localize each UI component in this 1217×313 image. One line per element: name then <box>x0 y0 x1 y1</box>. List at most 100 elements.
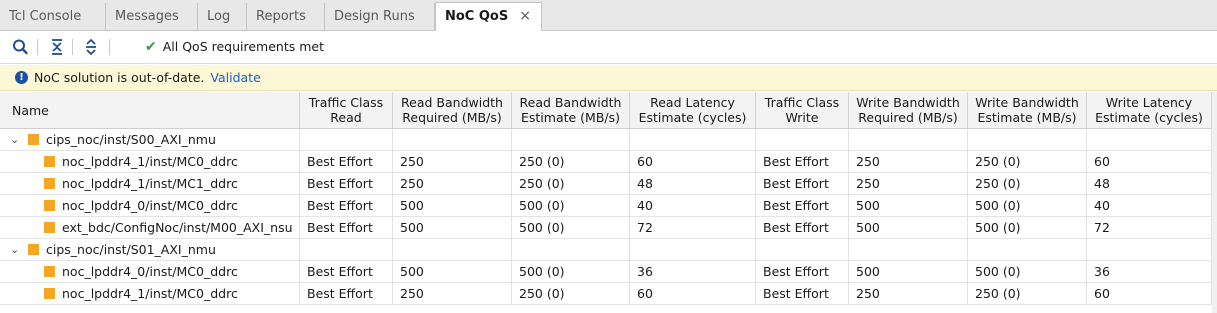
node-name: noc_lpddr4_0/inst/MC0_ddrc <box>62 198 238 213</box>
table-cell: Best Effort <box>756 151 849 173</box>
tab-tcl-console[interactable]: Tcl Console <box>0 3 106 31</box>
column-header-read-bw-required[interactable]: Read Bandwidth Required (MB/s) <box>393 92 512 129</box>
column-header-write-latency[interactable]: Write Latency Estimate (cycles) <box>1087 92 1212 129</box>
column-header-write-bw-estimate[interactable]: Write Bandwidth Estimate (MB/s) <box>968 92 1087 129</box>
header-label-line: Read <box>330 110 362 125</box>
table-row[interactable]: noc_lpddr4_0/inst/MC0_ddrc Best Effort 500… <box>0 261 1217 283</box>
node-name: cips_noc/inst/S00_AXI_nmu <box>46 132 216 147</box>
table-cell: 500 (0) <box>968 217 1087 239</box>
table-cell: 500 <box>393 261 512 283</box>
column-header-write-bw-required[interactable]: Write Bandwidth Required (MB/s) <box>849 92 968 129</box>
table-cell: 60 <box>630 283 756 305</box>
table-cell: 250 <box>393 173 512 195</box>
chevron-down-icon[interactable]: ⌄ <box>10 239 19 260</box>
qos-status-text: All QoS requirements met <box>162 39 324 54</box>
node-square-icon <box>44 156 55 167</box>
table-cell: 60 <box>1087 151 1212 173</box>
node-square-icon <box>44 178 55 189</box>
table-cell <box>512 129 630 151</box>
header-label-line: Write <box>785 110 819 125</box>
check-icon: ✔ <box>145 39 157 55</box>
table-cell: 500 <box>849 217 968 239</box>
table-row[interactable]: noc_lpddr4_1/inst/MC1_ddrc Best Effort 250… <box>0 173 1217 195</box>
table-cell: 60 <box>630 151 756 173</box>
table-cell: 36 <box>630 261 756 283</box>
table-cell <box>630 129 756 151</box>
name-cell: ext_bdc/ConfigNoc/inst/M00_AXI_nsu <box>0 217 300 239</box>
node-square-icon <box>44 222 55 233</box>
node-square-icon <box>44 200 55 211</box>
tab-label: Messages <box>115 9 179 24</box>
table-cell: 500 <box>849 261 968 283</box>
table-cell: Best Effort <box>300 173 393 195</box>
chevron-down-icon[interactable]: ⌄ <box>10 129 19 150</box>
banner-text: NoC solution is out-of-date. Validate <box>34 70 261 85</box>
search-icon[interactable] <box>9 37 31 57</box>
table-cell: 250 (0) <box>512 151 630 173</box>
header-label-line: Read Bandwidth <box>401 95 503 110</box>
header-label-line: Read Bandwidth <box>519 95 622 110</box>
tree-group-row[interactable]: ⌄ cips_noc/inst/S00_AXI_nmu <box>0 129 1217 151</box>
out-of-date-banner: ! NoC solution is out-of-date. Validate <box>0 65 1217 91</box>
tab-messages[interactable]: Messages <box>106 3 198 31</box>
table-row[interactable]: noc_lpddr4_1/inst/MC0_ddrc Best Effort 250… <box>0 151 1217 173</box>
column-header-traffic-class-read[interactable]: Traffic Class Read <box>300 92 393 129</box>
tab-reports[interactable]: Reports <box>247 3 325 31</box>
table-cell: 500 <box>393 217 512 239</box>
table-cell: Best Effort <box>300 195 393 217</box>
tab-log[interactable]: Log <box>198 3 247 31</box>
table-cell: Best Effort <box>756 261 849 283</box>
header-label-line: Required (MB/s) <box>402 110 502 125</box>
tab-noc-qos[interactable]: NoC QoS × <box>435 2 542 32</box>
table-cell: 500 <box>393 195 512 217</box>
tab-label: Reports <box>256 9 306 24</box>
expand-all-icon[interactable] <box>80 37 102 57</box>
table-cell <box>1087 129 1212 151</box>
node-name: noc_lpddr4_1/inst/MC0_ddrc <box>62 286 238 301</box>
validate-link[interactable]: Validate <box>210 70 260 85</box>
column-header-read-latency[interactable]: Read Latency Estimate (cycles) <box>630 92 756 129</box>
header-label-line: Estimate (MB/s) <box>520 110 621 125</box>
table-row[interactable]: noc_lpddr4_0/inst/MC0_ddrc Best Effort 500… <box>0 195 1217 217</box>
header-label-line: Traffic Class <box>308 95 384 110</box>
name-cell: ⌄ cips_noc/inst/S01_AXI_nmu <box>0 239 300 261</box>
info-icon: ! <box>15 71 28 84</box>
name-cell: noc_lpddr4_1/inst/MC0_ddrc <box>0 151 300 173</box>
node-square-icon <box>44 288 55 299</box>
table-cell: 250 (0) <box>968 151 1087 173</box>
header-label-line: Required (MB/s) <box>858 110 958 125</box>
table-cell: 250 <box>849 283 968 305</box>
table-cell: Best Effort <box>300 151 393 173</box>
table-cell <box>300 129 393 151</box>
column-header-name[interactable]: Name <box>0 92 300 129</box>
header-label-line: Write Bandwidth <box>856 95 960 110</box>
tree-group-row[interactable]: ⌄ cips_noc/inst/S01_AXI_nmu <box>0 239 1217 261</box>
column-header-read-bw-estimate[interactable]: Read Bandwidth Estimate (MB/s) <box>512 92 630 129</box>
tab-design-runs[interactable]: Design Runs <box>325 3 435 31</box>
toolbar: ✔ All QoS requirements met <box>0 31 1217 64</box>
node-name: noc_lpddr4_1/inst/MC0_ddrc <box>62 154 238 169</box>
collapse-all-icon[interactable] <box>46 37 68 57</box>
table-cell <box>968 129 1087 151</box>
table-cell: 250 <box>849 151 968 173</box>
header-label-line: Estimate (cycles) <box>638 110 747 125</box>
table-row[interactable]: noc_lpddr4_1/inst/MC0_ddrc Best Effort 250… <box>0 283 1217 305</box>
column-header-traffic-class-write[interactable]: Traffic Class Write <box>756 92 849 129</box>
header-label: Name <box>12 103 49 118</box>
name-cell: noc_lpddr4_0/inst/MC0_ddrc <box>0 261 300 283</box>
table-cell: Best Effort <box>300 261 393 283</box>
table-row[interactable]: ext_bdc/ConfigNoc/inst/M00_AXI_nsu Best E… <box>0 217 1217 239</box>
table-cell: 250 (0) <box>968 173 1087 195</box>
node-name: ext_bdc/ConfigNoc/inst/M00_AXI_nsu <box>62 220 293 235</box>
table-cell <box>756 129 849 151</box>
header-label-line: Read Latency <box>650 95 735 110</box>
table-cell <box>1087 239 1212 261</box>
vertical-scrollbar[interactable] <box>1212 92 1217 313</box>
table-cell: 500 (0) <box>512 195 630 217</box>
tab-bar: Tcl Console Messages Log Reports Design … <box>0 0 1217 32</box>
table-cell: 72 <box>630 217 756 239</box>
table-cell: 36 <box>1087 261 1212 283</box>
close-icon[interactable]: × <box>519 3 531 30</box>
name-cell: noc_lpddr4_1/inst/MC0_ddrc <box>0 283 300 305</box>
header-label-line: Traffic Class <box>764 95 840 110</box>
